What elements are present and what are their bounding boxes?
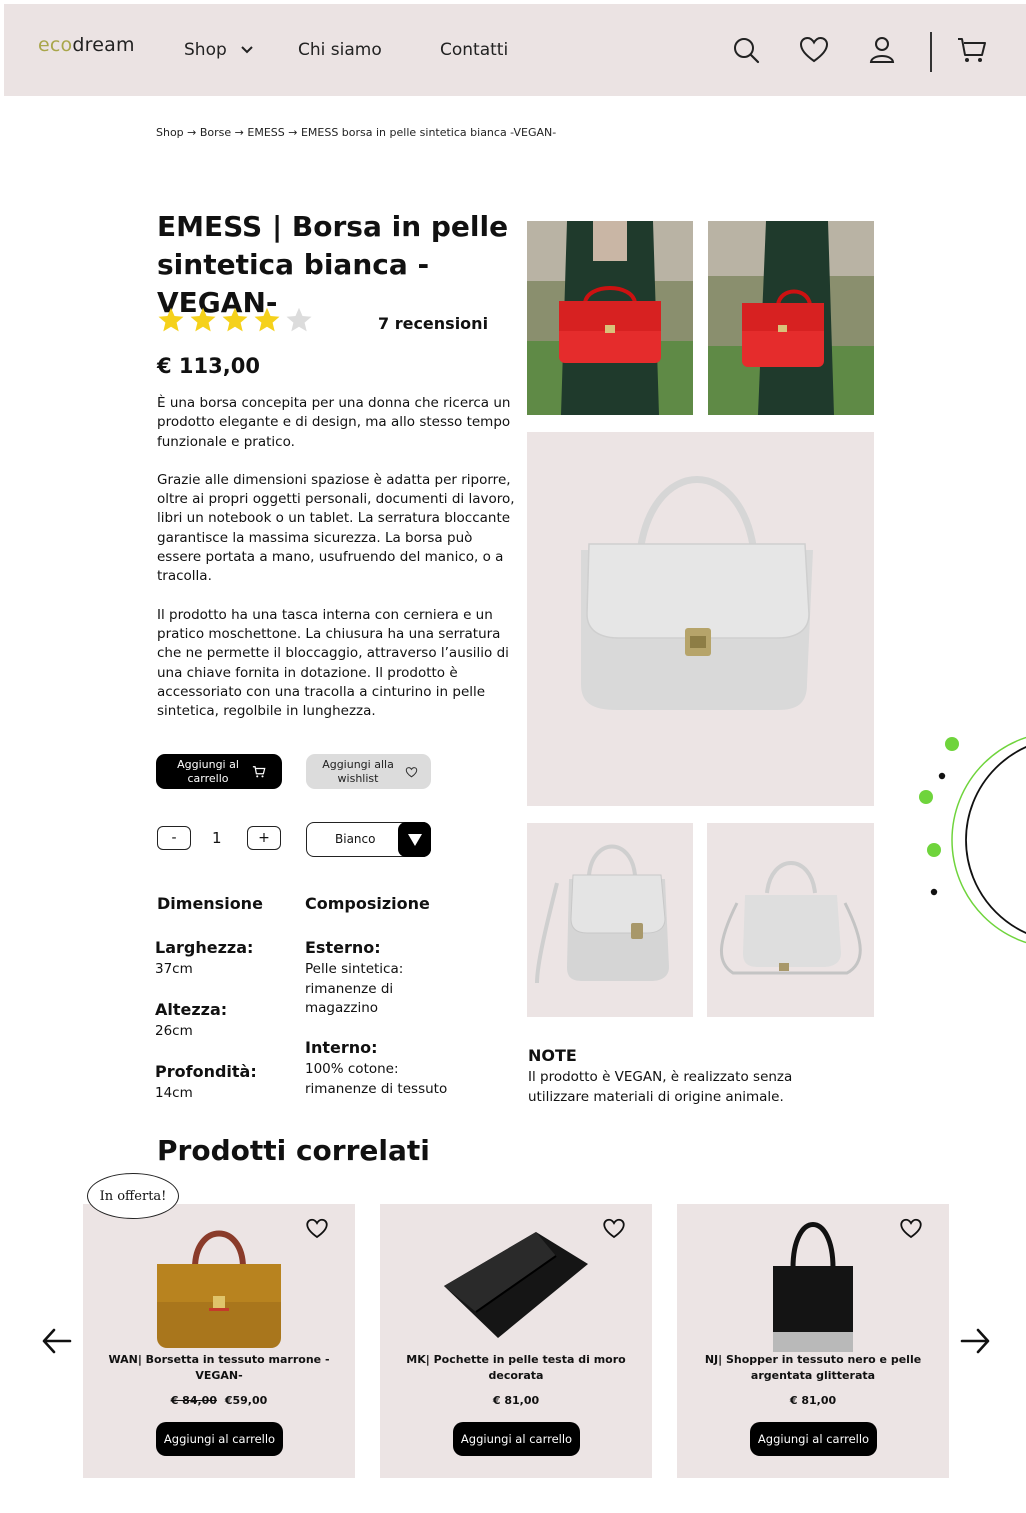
outer-material-label: Esterno:: [305, 938, 381, 957]
quantity-decrease-button[interactable]: -: [157, 826, 191, 850]
product-photo-back[interactable]: [707, 823, 874, 1017]
note-text: Il prodotto è VEGAN, è realizzato senza …: [528, 1069, 793, 1105]
add-to-cart-label: Aggiungi al carrello: [177, 757, 239, 785]
arrow-right-icon[interactable]: [958, 1326, 992, 1356]
star-icon: [190, 307, 216, 332]
logo[interactable]: ecodream: [38, 34, 135, 56]
color-select-value: Bianco: [335, 832, 376, 846]
description-paragraph: È una borsa concepita per una donna che …: [157, 395, 511, 450]
reviews-count[interactable]: 7 recensioni: [378, 314, 488, 333]
product-image: [157, 1230, 281, 1348]
product-name[interactable]: MK| Pochette in pelle testa di moro deco…: [400, 1352, 632, 1384]
height-value: 26cm: [155, 1023, 193, 1039]
description-paragraph: Il prodotto ha una tasca interna con cer…: [157, 606, 509, 720]
star-icon: [254, 307, 280, 332]
nav-contact[interactable]: Contatti: [440, 40, 508, 60]
color-select[interactable]: Bianco: [306, 822, 431, 857]
related-products-title: Prodotti correlati: [157, 1134, 430, 1167]
heart-icon[interactable]: [798, 34, 830, 66]
depth-label: Profondità:: [155, 1062, 257, 1081]
sale-badge: In offerta!: [87, 1173, 179, 1219]
heart-icon[interactable]: [899, 1216, 923, 1240]
dimension-heading: Dimensione: [157, 894, 263, 913]
add-to-wishlist-label: Aggiungi alla wishlist: [322, 757, 394, 785]
decorative-circle: [919, 736, 1026, 944]
heart-icon[interactable]: [305, 1216, 329, 1240]
add-to-wishlist-button[interactable]: Aggiungi alla wishlist: [306, 754, 431, 789]
nav-about[interactable]: Chi siamo: [298, 40, 382, 60]
product-image: [773, 1222, 853, 1352]
star-icon: [222, 307, 248, 332]
arrow-left-icon[interactable]: [40, 1326, 74, 1356]
outer-material-value: Pelle sintetica: rimanenze di magazzino: [305, 961, 404, 1016]
related-product-card[interactable]: NJ| Shopper in tessuto nero e pelle arge…: [677, 1204, 949, 1478]
product-name[interactable]: WAN| Borsetta in tessuto marrone -VEGAN-: [103, 1352, 335, 1384]
quantity-increase-button[interactable]: +: [247, 826, 281, 850]
related-product-card[interactable]: WAN| Borsetta in tessuto marrone -VEGAN-…: [83, 1204, 355, 1478]
add-to-cart-button[interactable]: Aggiungi al carrello: [156, 1422, 283, 1456]
chevron-down-icon: [241, 46, 253, 54]
add-to-cart-button[interactable]: Aggiungi al carrello: [453, 1422, 580, 1456]
rating-stars: [157, 306, 313, 334]
width-value: 37cm: [155, 961, 193, 977]
height-label: Altezza:: [155, 1000, 228, 1019]
inner-material-label: Interno:: [305, 1038, 378, 1057]
add-to-cart-button[interactable]: Aggiungi al carrello: [750, 1422, 877, 1456]
cart-icon[interactable]: [956, 34, 988, 66]
composition-heading: Composizione: [305, 894, 430, 913]
width-label: Larghezza:: [155, 938, 254, 957]
heart-icon: [405, 766, 418, 777]
product-price: € 81,00: [789, 1394, 837, 1407]
description-paragraph: Grazie alle dimensioni spaziose è adatta…: [157, 471, 515, 585]
header-divider: [930, 32, 932, 72]
search-icon[interactable]: [730, 34, 762, 66]
product-description: È una borsa concepita per una donna che …: [157, 394, 517, 740]
nav-shop[interactable]: Shop: [184, 40, 253, 60]
star-icon: [158, 307, 184, 332]
star-icon: [286, 307, 312, 332]
old-price: € 84,00: [170, 1394, 217, 1407]
heart-icon[interactable]: [602, 1216, 626, 1240]
nav-shop-label: Shop: [184, 40, 227, 60]
note-heading: NOTE: [528, 1046, 577, 1065]
quantity-value[interactable]: 1: [212, 829, 222, 847]
sale-price: €59,00: [224, 1394, 268, 1407]
product-image: [444, 1232, 588, 1338]
cart-icon: [252, 765, 266, 777]
product-photo-model-side[interactable]: [708, 221, 874, 415]
related-product-card[interactable]: MK| Pochette in pelle testa di moro deco…: [380, 1204, 652, 1478]
breadcrumb[interactable]: Shop → Borse → EMESS → EMESS borsa in pe…: [156, 126, 556, 139]
product-name[interactable]: NJ| Shopper in tessuto nero e pelle arge…: [697, 1352, 929, 1384]
add-to-cart-button[interactable]: Aggiungi al carrello: [156, 754, 282, 789]
inner-material-value: 100% cotone: rimanenze di tessuto: [305, 1061, 448, 1097]
product-photo-angle[interactable]: [527, 823, 693, 1017]
product-price: € 113,00: [157, 354, 260, 378]
product-title: EMESS | Borsa in pelle sintetica bianca …: [157, 210, 509, 319]
user-icon[interactable]: [866, 34, 898, 66]
product-photo-main[interactable]: [527, 432, 874, 806]
product-price: € 81,00: [492, 1394, 540, 1407]
select-arrow-icon[interactable]: [398, 822, 431, 857]
product-price: € 84,00 €59,00: [83, 1394, 355, 1407]
product-photo-model-front[interactable]: [527, 221, 693, 415]
depth-value: 14cm: [155, 1085, 193, 1101]
